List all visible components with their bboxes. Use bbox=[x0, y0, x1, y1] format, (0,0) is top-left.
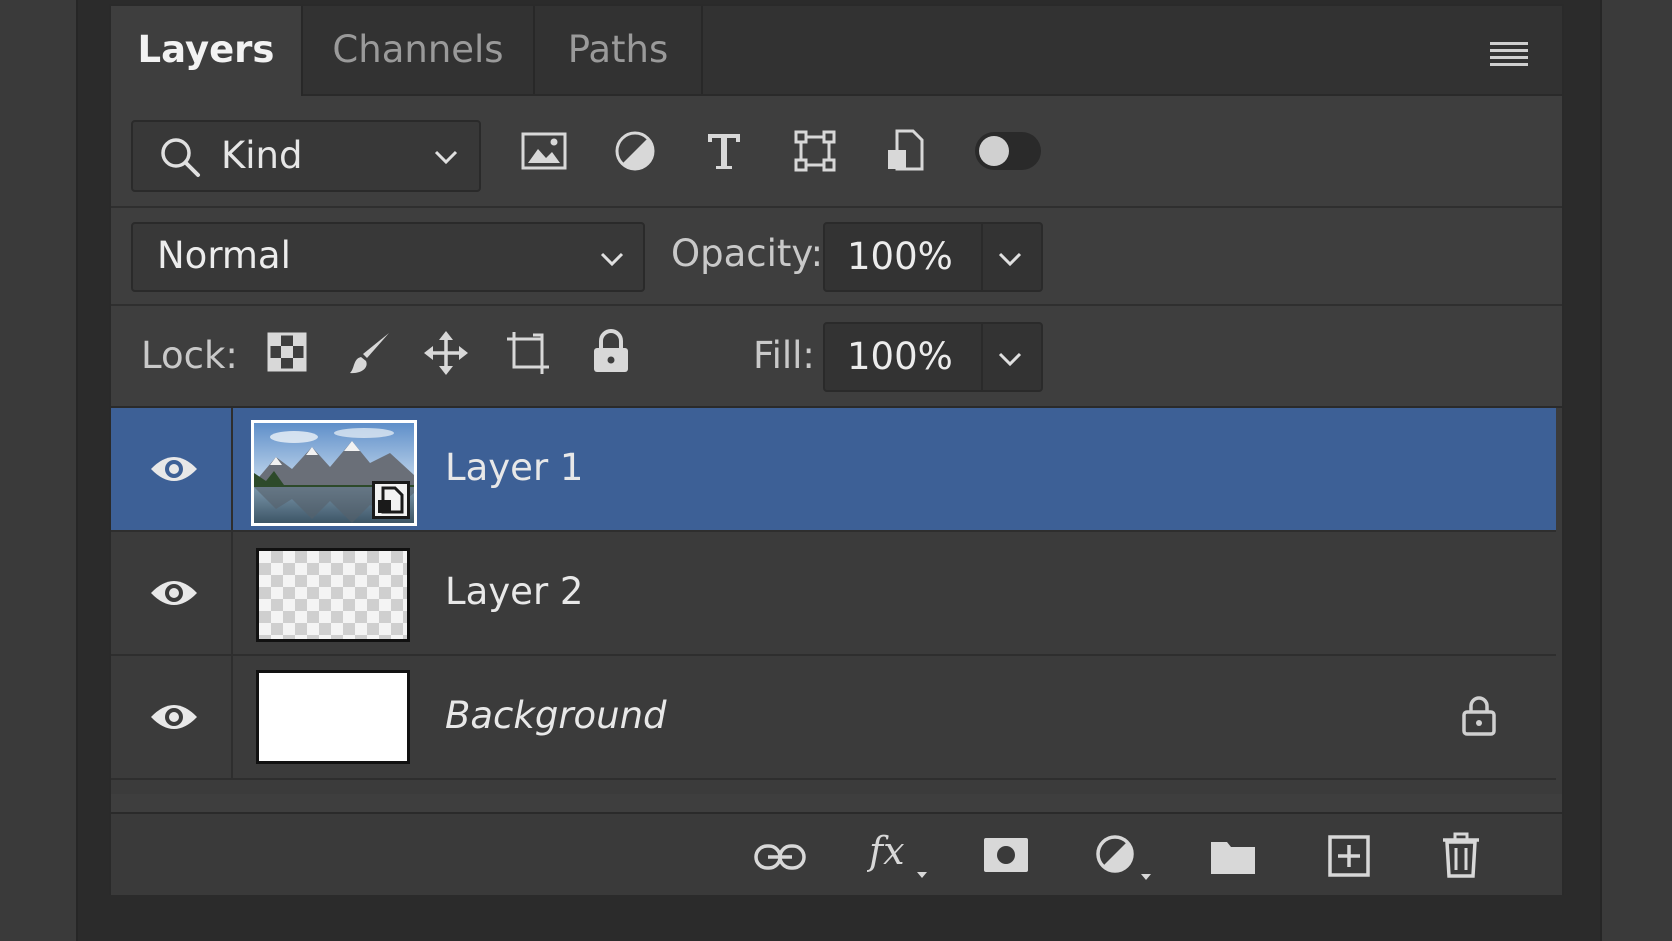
transparent-thumbnail bbox=[256, 548, 410, 642]
add-mask-icon[interactable] bbox=[982, 836, 1030, 874]
image-filter-icon[interactable] bbox=[521, 132, 567, 170]
filter-toggle-switch[interactable] bbox=[975, 132, 1041, 170]
new-group-icon[interactable] bbox=[1209, 836, 1257, 876]
eye-icon bbox=[151, 457, 197, 481]
fill-value: 100% bbox=[847, 335, 953, 378]
fx-icon[interactable]: fx bbox=[867, 828, 931, 884]
opacity-value: 100% bbox=[847, 235, 953, 278]
smart-object-badge-icon bbox=[372, 481, 410, 519]
fill-label: Fill: bbox=[753, 334, 815, 377]
adjustment-layer-icon[interactable] bbox=[1095, 832, 1155, 884]
panel-footer-toolbar: fx bbox=[111, 812, 1562, 895]
chevron-down-icon bbox=[600, 252, 624, 267]
filter-row: Kind bbox=[111, 96, 1562, 208]
layer-thumbnail-photo bbox=[251, 420, 417, 526]
panel-menu-icon[interactable] bbox=[1490, 42, 1528, 66]
filter-kind-select[interactable]: Kind bbox=[131, 120, 481, 192]
lock-transparent-pixels-icon[interactable] bbox=[267, 332, 307, 372]
layer-row-layer-1[interactable]: Layer 1 bbox=[111, 408, 1556, 532]
tab-layers[interactable]: Layers bbox=[111, 6, 303, 96]
layers-list: Layer 1 Layer 2 Background bbox=[111, 408, 1562, 794]
shape-filter-icon[interactable] bbox=[794, 130, 836, 172]
opacity-label: Opacity: bbox=[671, 232, 824, 275]
panel-tab-bar: Layers Channels Paths bbox=[111, 6, 1562, 96]
lock-position-icon[interactable] bbox=[423, 330, 469, 376]
visibility-toggle[interactable] bbox=[111, 532, 233, 654]
chevron-down-icon[interactable] bbox=[997, 246, 1023, 272]
layer-row-background[interactable]: Background bbox=[111, 656, 1556, 780]
lock-all-icon[interactable] bbox=[591, 328, 631, 374]
lock-image-pixels-icon[interactable] bbox=[347, 330, 393, 376]
chevron-down-icon[interactable] bbox=[997, 346, 1023, 372]
adjustment-filter-icon[interactable] bbox=[614, 130, 656, 172]
layer-name[interactable]: Background bbox=[445, 694, 667, 737]
lock-row: Lock: Fill: 100% bbox=[111, 306, 1562, 408]
eye-icon bbox=[151, 705, 197, 729]
type-filter-icon[interactable] bbox=[704, 130, 744, 172]
chevron-down-icon bbox=[434, 150, 458, 165]
visibility-toggle[interactable] bbox=[111, 656, 233, 778]
new-layer-icon[interactable] bbox=[1327, 834, 1371, 878]
visibility-toggle[interactable] bbox=[111, 408, 233, 530]
blend-mode-value: Normal bbox=[157, 234, 291, 277]
right-workspace-edge bbox=[1600, 0, 1672, 941]
blend-mode-select[interactable]: Normal bbox=[131, 222, 645, 292]
layer-name[interactable]: Layer 2 bbox=[445, 570, 583, 613]
link-layers-icon[interactable] bbox=[753, 842, 807, 872]
blend-row: Normal Opacity: 100% bbox=[111, 208, 1562, 306]
left-workspace-edge bbox=[0, 0, 78, 941]
layer-name[interactable]: Layer 1 bbox=[445, 446, 583, 489]
filter-kind-label: Kind bbox=[221, 134, 303, 177]
eye-icon bbox=[151, 581, 197, 605]
layer-row-layer-2[interactable]: Layer 2 bbox=[111, 532, 1556, 656]
search-icon bbox=[161, 138, 200, 177]
tab-paths[interactable]: Paths bbox=[535, 6, 703, 94]
layer-lock-icon[interactable] bbox=[1461, 694, 1497, 736]
tab-channels[interactable]: Channels bbox=[303, 6, 535, 94]
white-thumbnail bbox=[256, 670, 410, 764]
opacity-field[interactable]: 100% bbox=[823, 222, 1043, 292]
lock-label: Lock: bbox=[141, 334, 238, 377]
smart-object-filter-icon[interactable] bbox=[885, 128, 925, 172]
fill-field[interactable]: 100% bbox=[823, 322, 1043, 392]
layers-panel: Layers Channels Paths Kind Normal Opacit… bbox=[109, 4, 1564, 895]
delete-layer-icon[interactable] bbox=[1441, 832, 1481, 878]
svg-text:fx: fx bbox=[867, 829, 905, 873]
lock-artboard-icon[interactable] bbox=[505, 330, 551, 376]
